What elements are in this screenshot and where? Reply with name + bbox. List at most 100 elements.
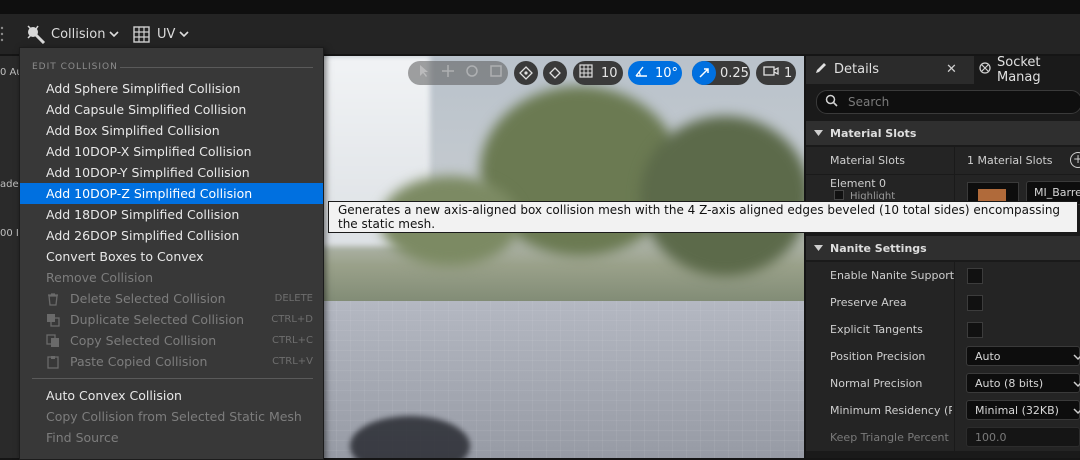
- category-label: Nanite Settings: [830, 241, 927, 255]
- select-value: Minimal (32KB): [975, 403, 1059, 417]
- menu-item-copy-from-selected-mesh[interactable]: Copy Collision from Selected Static Mesh: [20, 406, 323, 427]
- highlight-checkbox[interactable]: [834, 190, 844, 200]
- chevron-down-icon: [814, 127, 823, 140]
- row-label: Element 0: [830, 177, 887, 190]
- chevron-down-icon: [1073, 405, 1080, 418]
- tab-details-header[interactable]: Details: [814, 56, 879, 83]
- column-divider: [954, 397, 955, 424]
- scale-snap-icon: [692, 61, 716, 85]
- menu-divider: [32, 378, 313, 379]
- row-label: Minimum Residency (Ro: [830, 404, 952, 417]
- add-material-slot-icon[interactable]: +: [1070, 152, 1080, 168]
- rotate-icon[interactable]: [465, 64, 479, 82]
- menu-item-delete-selected[interactable]: Delete Selected Collision DELETE: [20, 288, 323, 309]
- uv-grid-icon: [133, 25, 150, 43]
- grid-snap-toggle[interactable]: 10: [573, 61, 623, 85]
- paste-icon: [46, 355, 60, 369]
- enable-nanite-checkbox[interactable]: [967, 268, 983, 284]
- menu-item-duplicate-selected[interactable]: Duplicate Selected Collision CTRL+D: [20, 309, 323, 330]
- rotate-snap-value: 10°: [655, 65, 679, 81]
- row-element-0: Element 0 Highlight MI_Barre: [806, 175, 1080, 206]
- left-edge-text: ade: [0, 179, 19, 190]
- trash-icon: [46, 292, 60, 306]
- menu-item-find-source[interactable]: Find Source: [20, 427, 323, 448]
- row-enable-nanite: Enable Nanite Support: [806, 262, 1080, 290]
- menu-item-copy-selected[interactable]: Copy Selected Collision CTRL+C: [20, 330, 323, 351]
- menu-item-add-26dop[interactable]: Add 26DOP Simplified Collision: [20, 225, 323, 246]
- tab-socket-manager[interactable]: Socket Manag: [978, 55, 1080, 85]
- material-name: MI_Barre: [1034, 186, 1080, 199]
- menu-item-convert-boxes[interactable]: Convert Boxes to Convex: [20, 246, 323, 267]
- normal-precision-select[interactable]: Auto (8 bits): [966, 373, 1080, 393]
- menu-section-edit-collision: EDIT COLLISION: [32, 62, 118, 72]
- scale-snap-toggle[interactable]: 0.25: [692, 61, 750, 85]
- menu-item-add-10dop-x[interactable]: Add 10DOP-X Simplified Collision: [20, 141, 323, 162]
- menu-item-add-18dop[interactable]: Add 18DOP Simplified Collision: [20, 204, 323, 225]
- position-precision-select[interactable]: Auto: [966, 346, 1080, 366]
- row-label: Keep Triangle Percent: [830, 431, 949, 444]
- row-label: Material Slots: [830, 154, 905, 167]
- menu-item-paste-copied[interactable]: Paste Copied Collision CTRL+V: [20, 351, 323, 372]
- left-edge-text: 00 I: [0, 228, 19, 239]
- search-icon: [825, 94, 838, 110]
- chevron-down-icon: [1073, 378, 1080, 391]
- row-normal-precision: Normal Precision Auto (8 bits): [806, 370, 1080, 398]
- world-space-icon[interactable]: [514, 61, 538, 85]
- camera-speed-value: 1: [784, 65, 793, 81]
- select-icon[interactable]: [417, 64, 431, 82]
- row-label: Enable Nanite Support: [830, 269, 955, 282]
- column-divider: [954, 262, 955, 289]
- surface-snap-icon[interactable]: [543, 61, 567, 85]
- row-keep-triangle-percent: Keep Triangle Percent 100.0: [806, 424, 1080, 452]
- material-slots-count: 1 Material Slots: [967, 154, 1053, 167]
- menu-item-add-box[interactable]: Add Box Simplified Collision: [20, 120, 323, 141]
- menu-item-auto-convex[interactable]: Auto Convex Collision: [20, 385, 323, 406]
- details-search-input[interactable]: Search: [816, 90, 1080, 114]
- socket-icon: [978, 61, 992, 79]
- row-label: Explicit Tangents: [830, 323, 923, 336]
- column-divider: [954, 289, 955, 316]
- background-tree: [640, 116, 804, 276]
- highlight-label: Highlight: [850, 191, 896, 200]
- minimum-residency-select[interactable]: Minimal (32KB): [966, 400, 1080, 420]
- menu-item-remove-collision[interactable]: Remove Collision: [20, 267, 323, 288]
- row-label: Preserve Area: [830, 296, 907, 309]
- scale-snap-value: 0.25: [720, 65, 749, 81]
- row-material-slots: Material Slots 1 Material Slots +: [806, 147, 1080, 175]
- camera-icon: [763, 65, 779, 81]
- uv-label: UV: [157, 26, 176, 42]
- menu-item-add-sphere[interactable]: Add Sphere Simplified Collision: [20, 78, 323, 99]
- scale-icon[interactable]: [489, 64, 503, 82]
- menu-item-add-10dop-z[interactable]: Add 10DOP-Z Simplified Collision: [20, 183, 323, 204]
- tab-details-label: Details: [834, 62, 880, 77]
- menu-item-add-10dop-y[interactable]: Add 10DOP-Y Simplified Collision: [20, 162, 323, 183]
- left-panel-edge: 0 Au ade 00 I: [0, 56, 23, 458]
- title-strip: [0, 0, 1080, 14]
- close-icon[interactable]: ✕: [946, 62, 957, 77]
- angle-icon: [634, 64, 648, 82]
- collision-menu: EDIT COLLISION Add Sphere Simplified Col…: [19, 47, 324, 460]
- camera-speed-button[interactable]: 1: [756, 61, 796, 85]
- chevron-down-icon: [814, 242, 823, 255]
- translate-icon[interactable]: [441, 64, 455, 82]
- column-divider: [954, 147, 955, 174]
- collision-icon: [26, 24, 46, 44]
- details-panel: Details ✕ Socket Manag Search Material S…: [806, 55, 1080, 458]
- preserve-area-checkbox[interactable]: [967, 295, 983, 311]
- select-value: Auto (8 bits): [975, 376, 1044, 390]
- copy-icon: [46, 333, 60, 348]
- menu-item-add-capsule[interactable]: Add Capsule Simplified Collision: [20, 99, 323, 120]
- row-explicit-tangents: Explicit Tangents: [806, 316, 1080, 344]
- explicit-tangents-checkbox[interactable]: [967, 322, 983, 338]
- column-divider: [954, 370, 955, 397]
- chevron-down-icon: [1073, 351, 1080, 364]
- category-nanite-settings[interactable]: Nanite Settings: [806, 236, 1080, 260]
- rotate-snap-toggle[interactable]: 10°: [628, 61, 682, 85]
- category-material-slots[interactable]: Material Slots: [806, 121, 1080, 145]
- column-divider: [954, 316, 955, 343]
- keep-triangle-percent-input[interactable]: 100.0: [966, 427, 1080, 447]
- row-minimum-residency: Minimum Residency (Ro Minimal (32KB): [806, 397, 1080, 425]
- chevron-down-icon: [109, 30, 120, 38]
- menu-divider: [120, 67, 313, 68]
- row-position-precision: Position Precision Auto: [806, 343, 1080, 371]
